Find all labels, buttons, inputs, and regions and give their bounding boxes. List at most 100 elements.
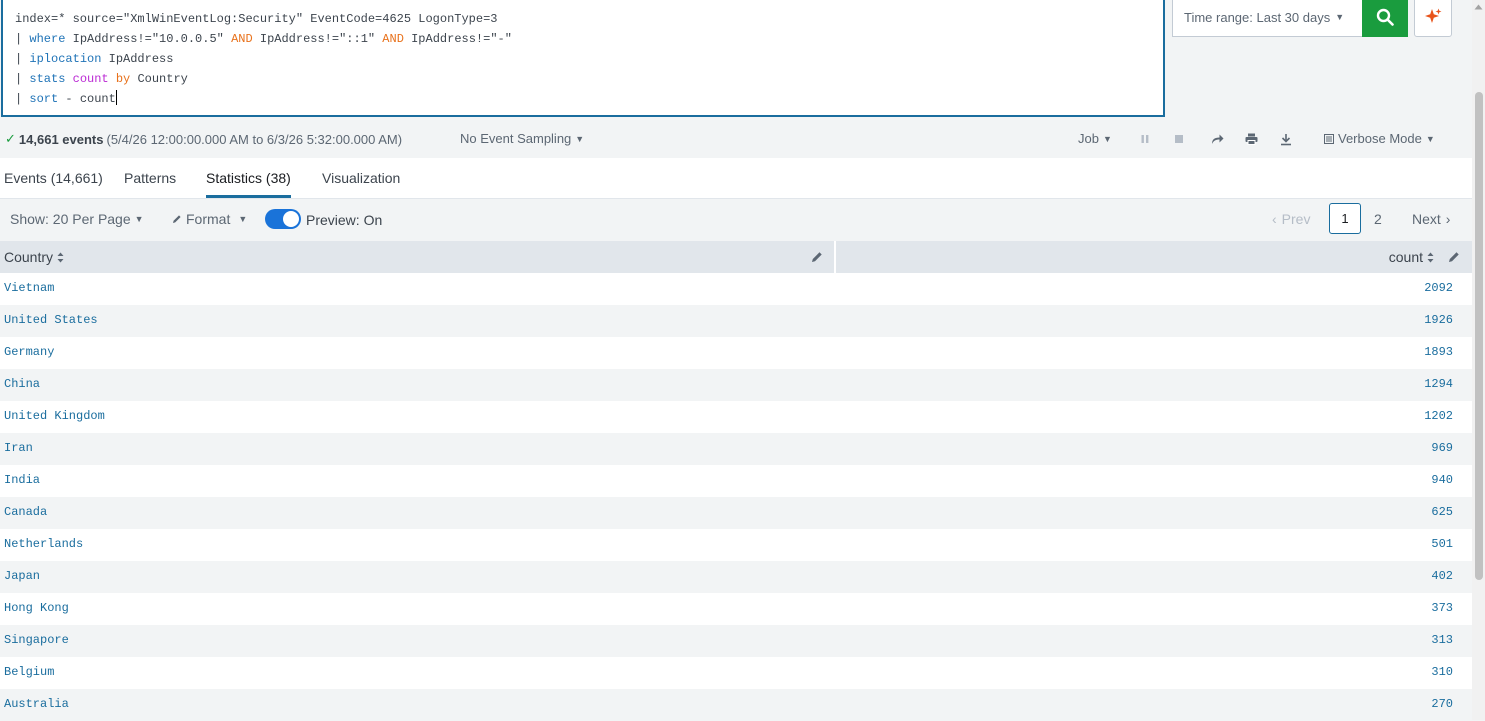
table-row: Belgium 310 bbox=[0, 657, 1472, 689]
table-row: Singapore 313 bbox=[0, 625, 1472, 657]
pause-icon bbox=[1141, 135, 1149, 143]
tab-patterns[interactable]: Patterns bbox=[124, 170, 176, 186]
scroll-up-icon[interactable] bbox=[1474, 4, 1483, 10]
table-row: United States 1926 bbox=[0, 305, 1472, 337]
per-page-dropdown[interactable]: Show: 20 Per Page ▼ bbox=[10, 211, 144, 227]
caret-down-icon: ▼ bbox=[1102, 133, 1112, 144]
download-icon bbox=[1281, 133, 1291, 145]
text-cursor bbox=[115, 90, 117, 105]
query-line: | sort - count bbox=[15, 89, 512, 109]
query-token: count bbox=[72, 72, 109, 86]
cell-country[interactable]: United Kingdom bbox=[4, 409, 105, 423]
table-body: Vietnam 2092 United States 1926 Germany 1893 C… bbox=[0, 273, 1472, 721]
job-status: ✓ 14,661 events (5/4/26 12:00:00.000 AM … bbox=[5, 131, 402, 147]
cell-count[interactable]: 310 bbox=[1431, 665, 1453, 679]
print-button[interactable] bbox=[1243, 131, 1259, 147]
results-tabs: Events (14,661) Patterns Statistics (38)… bbox=[0, 158, 1472, 199]
cell-count[interactable]: 1926 bbox=[1424, 313, 1453, 327]
chevron-right-icon: › bbox=[1445, 211, 1451, 227]
caret-down-icon: ▼ bbox=[238, 214, 248, 224]
tab-events[interactable]: Events (14,661) bbox=[4, 170, 103, 186]
search-button[interactable] bbox=[1362, 0, 1408, 37]
cell-country[interactable]: Netherlands bbox=[4, 537, 83, 551]
scrollbar-thumb[interactable] bbox=[1475, 92, 1483, 580]
stop-button[interactable] bbox=[1171, 131, 1187, 147]
cell-country[interactable]: Germany bbox=[4, 345, 54, 359]
share-icon bbox=[1211, 134, 1223, 144]
cell-count[interactable]: 969 bbox=[1431, 441, 1453, 455]
document-icon bbox=[1324, 133, 1334, 144]
caret-down-icon: ▼ bbox=[1425, 133, 1435, 144]
pause-button[interactable] bbox=[1137, 131, 1153, 147]
job-status-bar: ✓ 14,661 events (5/4/26 12:00:00.000 AM … bbox=[0, 126, 1472, 152]
caret-down-icon: ▼ bbox=[575, 133, 585, 144]
search-query[interactable]: index=* source="XmlWinEventLog:Security"… bbox=[15, 9, 512, 109]
cell-count[interactable]: 373 bbox=[1431, 601, 1453, 615]
query-token bbox=[109, 72, 116, 86]
cell-count[interactable]: 270 bbox=[1431, 697, 1453, 711]
cell-country[interactable]: Belgium bbox=[4, 665, 54, 679]
time-span: (5/4/26 12:00:00.000 AM to 6/3/26 5:32:0… bbox=[106, 131, 403, 147]
cell-country[interactable]: China bbox=[4, 377, 40, 391]
search-mode-dropdown[interactable]: Verbose Mode ▼ bbox=[1324, 131, 1435, 146]
cell-count[interactable]: 625 bbox=[1431, 505, 1453, 519]
table-row: Canada 625 bbox=[0, 497, 1472, 529]
prev-page-button[interactable]: ‹ Prev bbox=[1272, 211, 1310, 227]
cell-country[interactable]: Iran bbox=[4, 441, 33, 455]
column-header-country[interactable]: Country bbox=[4, 249, 64, 265]
job-menu-label: Job bbox=[1078, 131, 1099, 146]
cell-country[interactable]: Vietnam bbox=[4, 281, 54, 295]
cell-country[interactable]: United States bbox=[4, 313, 98, 327]
print-icon bbox=[1245, 133, 1257, 145]
column-header-count[interactable]: count bbox=[1389, 249, 1434, 265]
search-editor[interactable]: index=* source="XmlWinEventLog:Security"… bbox=[1, 0, 1165, 117]
query-token: | bbox=[15, 92, 30, 106]
stop-icon bbox=[1175, 135, 1183, 143]
table-row: Netherlands 501 bbox=[0, 529, 1472, 561]
query-token: index=* source="XmlWinEventLog:Security"… bbox=[15, 12, 498, 26]
ai-assistant-button[interactable] bbox=[1414, 0, 1452, 37]
cell-country[interactable]: Australia bbox=[4, 697, 69, 711]
cell-count[interactable]: 402 bbox=[1431, 569, 1453, 583]
pencil-icon[interactable] bbox=[1447, 250, 1461, 264]
tab-statistics[interactable]: Statistics (38) bbox=[206, 170, 291, 186]
cell-count[interactable]: 1893 bbox=[1424, 345, 1453, 359]
job-menu[interactable]: Job ▼ bbox=[1078, 131, 1112, 146]
cell-count[interactable]: 940 bbox=[1431, 473, 1453, 487]
cell-country[interactable]: Hong Kong bbox=[4, 601, 69, 615]
query-token: Country bbox=[130, 72, 188, 86]
query-token: | bbox=[15, 72, 30, 86]
table-row: India 940 bbox=[0, 465, 1472, 497]
query-token: stats bbox=[29, 72, 66, 86]
cell-country[interactable]: Japan bbox=[4, 569, 40, 583]
table-row: Hong Kong 373 bbox=[0, 593, 1472, 625]
next-page-button[interactable]: Next › bbox=[1412, 211, 1450, 227]
cell-country[interactable]: India bbox=[4, 473, 40, 487]
share-button[interactable] bbox=[1209, 131, 1225, 147]
query-token: - count bbox=[58, 92, 116, 106]
query-line: | iplocation IpAddress bbox=[15, 49, 512, 69]
preview-toggle[interactable] bbox=[265, 209, 301, 229]
cell-country[interactable]: Singapore bbox=[4, 633, 69, 647]
query-token: IpAddress!="-" bbox=[403, 32, 512, 46]
cell-count[interactable]: 313 bbox=[1431, 633, 1453, 647]
column-divider[interactable] bbox=[834, 241, 836, 273]
export-button[interactable] bbox=[1278, 131, 1294, 147]
page-2-button[interactable]: 2 bbox=[1374, 211, 1382, 227]
cell-count[interactable]: 1202 bbox=[1424, 409, 1453, 423]
event-sampling-dropdown[interactable]: No Event Sampling ▼ bbox=[460, 131, 584, 146]
time-range-picker[interactable]: Time range: Last 30 days ▼ bbox=[1172, 0, 1362, 37]
page-1-button[interactable]: 1 bbox=[1329, 203, 1361, 234]
toggle-knob bbox=[283, 211, 299, 227]
cell-count[interactable]: 2092 bbox=[1424, 281, 1453, 295]
query-line: index=* source="XmlWinEventLog:Security"… bbox=[15, 9, 512, 29]
search-icon bbox=[1376, 8, 1394, 26]
cell-count[interactable]: 501 bbox=[1431, 537, 1453, 551]
cell-count[interactable]: 1294 bbox=[1424, 377, 1453, 391]
cell-country[interactable]: Canada bbox=[4, 505, 47, 519]
preview-label: Preview: On bbox=[306, 212, 383, 228]
pencil-icon[interactable] bbox=[810, 250, 824, 264]
format-dropdown[interactable]: Format ▼ bbox=[172, 211, 247, 227]
query-token: by bbox=[115, 72, 131, 86]
tab-visualization[interactable]: Visualization bbox=[322, 170, 400, 186]
